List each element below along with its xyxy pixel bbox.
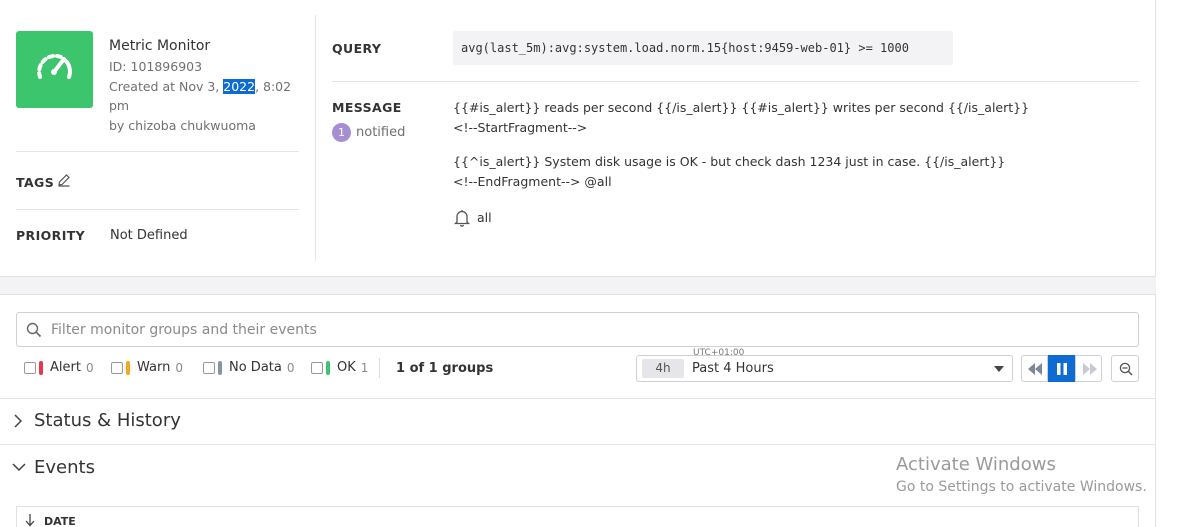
message-line: {{#is_alert}} reads per second {{/is_ale… [453, 100, 1030, 115]
notified-count-badge: 1 [332, 123, 351, 142]
status-history-title: Status & History [34, 410, 181, 431]
message-label: MESSAGE [332, 100, 402, 115]
time-range-short: 4h [642, 359, 684, 378]
ok-checkbox[interactable] [311, 361, 323, 374]
chevron-right-icon [14, 414, 22, 428]
divider [16, 151, 299, 152]
fast-forward-icon [1083, 363, 1097, 375]
monitor-id: ID: 101896903 [109, 59, 203, 74]
alert-label: Alert [50, 360, 81, 375]
message-line: {{^is_alert}} System disk usage is OK - … [453, 154, 1006, 169]
no-data-label: No Data [229, 360, 282, 375]
alert-color-pill [39, 360, 43, 375]
filter-placeholder: Filter monitor groups and their events [51, 322, 317, 338]
zoom-out-icon [1119, 362, 1133, 376]
rewind-button[interactable] [1021, 355, 1048, 382]
time-range-label: Past 4 Hours [692, 361, 774, 376]
warn-count: 0 [175, 360, 183, 375]
fast-forward-button[interactable] [1075, 355, 1102, 382]
no-data-count: 0 [286, 360, 295, 375]
created-at-line2: pm [109, 98, 130, 113]
divider [379, 358, 380, 378]
pause-button[interactable] [1048, 355, 1075, 382]
time-range-select[interactable]: 4h Past 4 Hours [636, 355, 1013, 382]
search-icon [26, 322, 42, 338]
created-by: by chizoba chukwuoma [109, 118, 256, 133]
pause-icon [1057, 363, 1067, 375]
message-line: <!--StartFragment--> [453, 120, 588, 135]
events-table-header: DATE [16, 506, 1139, 527]
alert-count: 0 [85, 360, 94, 375]
ok-label: OK [337, 360, 356, 375]
groups-count: 1 of 1 groups [396, 361, 494, 376]
speedometer-icon [37, 53, 72, 79]
events-section-header[interactable]: Events [0, 445, 880, 490]
chevron-down-icon [994, 366, 1004, 372]
warn-checkbox[interactable] [111, 361, 123, 374]
query-label: QUERY [332, 41, 382, 56]
created-at-prefix: Created at Nov 3, [109, 79, 224, 94]
scrollbar-track[interactable] [1156, 0, 1189, 527]
message-line: <!--EndFragment--> @all [453, 174, 612, 189]
priority-label: PRIORITY [16, 228, 86, 243]
query-value: avg(last_5m):avg:system.load.norm.15{hos… [453, 31, 953, 65]
status-filter-ok[interactable]: OK 1 [311, 360, 368, 375]
notification-recipient: all [477, 210, 492, 225]
divider [16, 209, 299, 210]
zoom-out-button[interactable] [1111, 355, 1139, 382]
metric-monitor-logo [16, 31, 93, 108]
notified-label: notified [356, 125, 406, 140]
monitor-type-title: Metric Monitor [109, 38, 211, 54]
filter-input[interactable]: Filter monitor groups and their events [16, 312, 1139, 347]
status-filter-warn[interactable]: Warn 0 [111, 360, 183, 375]
status-history-section-header[interactable]: Status & History [0, 399, 1156, 444]
warn-label: Warn [137, 360, 171, 375]
status-filter-alert[interactable]: Alert 0 [24, 360, 94, 375]
divider [332, 81, 1139, 82]
chevron-down-icon [12, 463, 26, 471]
pencil-icon[interactable] [57, 172, 71, 187]
ok-count: 1 [360, 360, 369, 375]
date-column-header[interactable]: DATE [44, 515, 76, 527]
activation-watermark-subtitle: Go to Settings to activate Windows. [896, 479, 1147, 495]
warn-color-pill [126, 360, 130, 375]
column-divider [315, 15, 316, 261]
events-title: Events [34, 457, 95, 478]
bell-icon [453, 208, 471, 228]
no-data-checkbox[interactable] [203, 361, 215, 374]
alert-checkbox[interactable] [24, 361, 36, 374]
status-filter-no-data[interactable]: No Data 0 [203, 360, 295, 375]
rewind-icon [1028, 363, 1042, 375]
created-at-suffix: , 8:02 [255, 79, 292, 94]
activation-watermark-title: Activate Windows [896, 454, 1056, 475]
created-at: Created at Nov 3, 2022, 8:02 [109, 79, 291, 94]
priority-value: Not Defined [110, 228, 188, 243]
ok-color-pill [326, 360, 330, 375]
created-year-selected: 2022 [223, 79, 256, 94]
no-data-color-pill [218, 360, 222, 375]
tags-label: TAGS [16, 175, 55, 190]
sort-arrow-down-icon[interactable] [25, 514, 35, 527]
